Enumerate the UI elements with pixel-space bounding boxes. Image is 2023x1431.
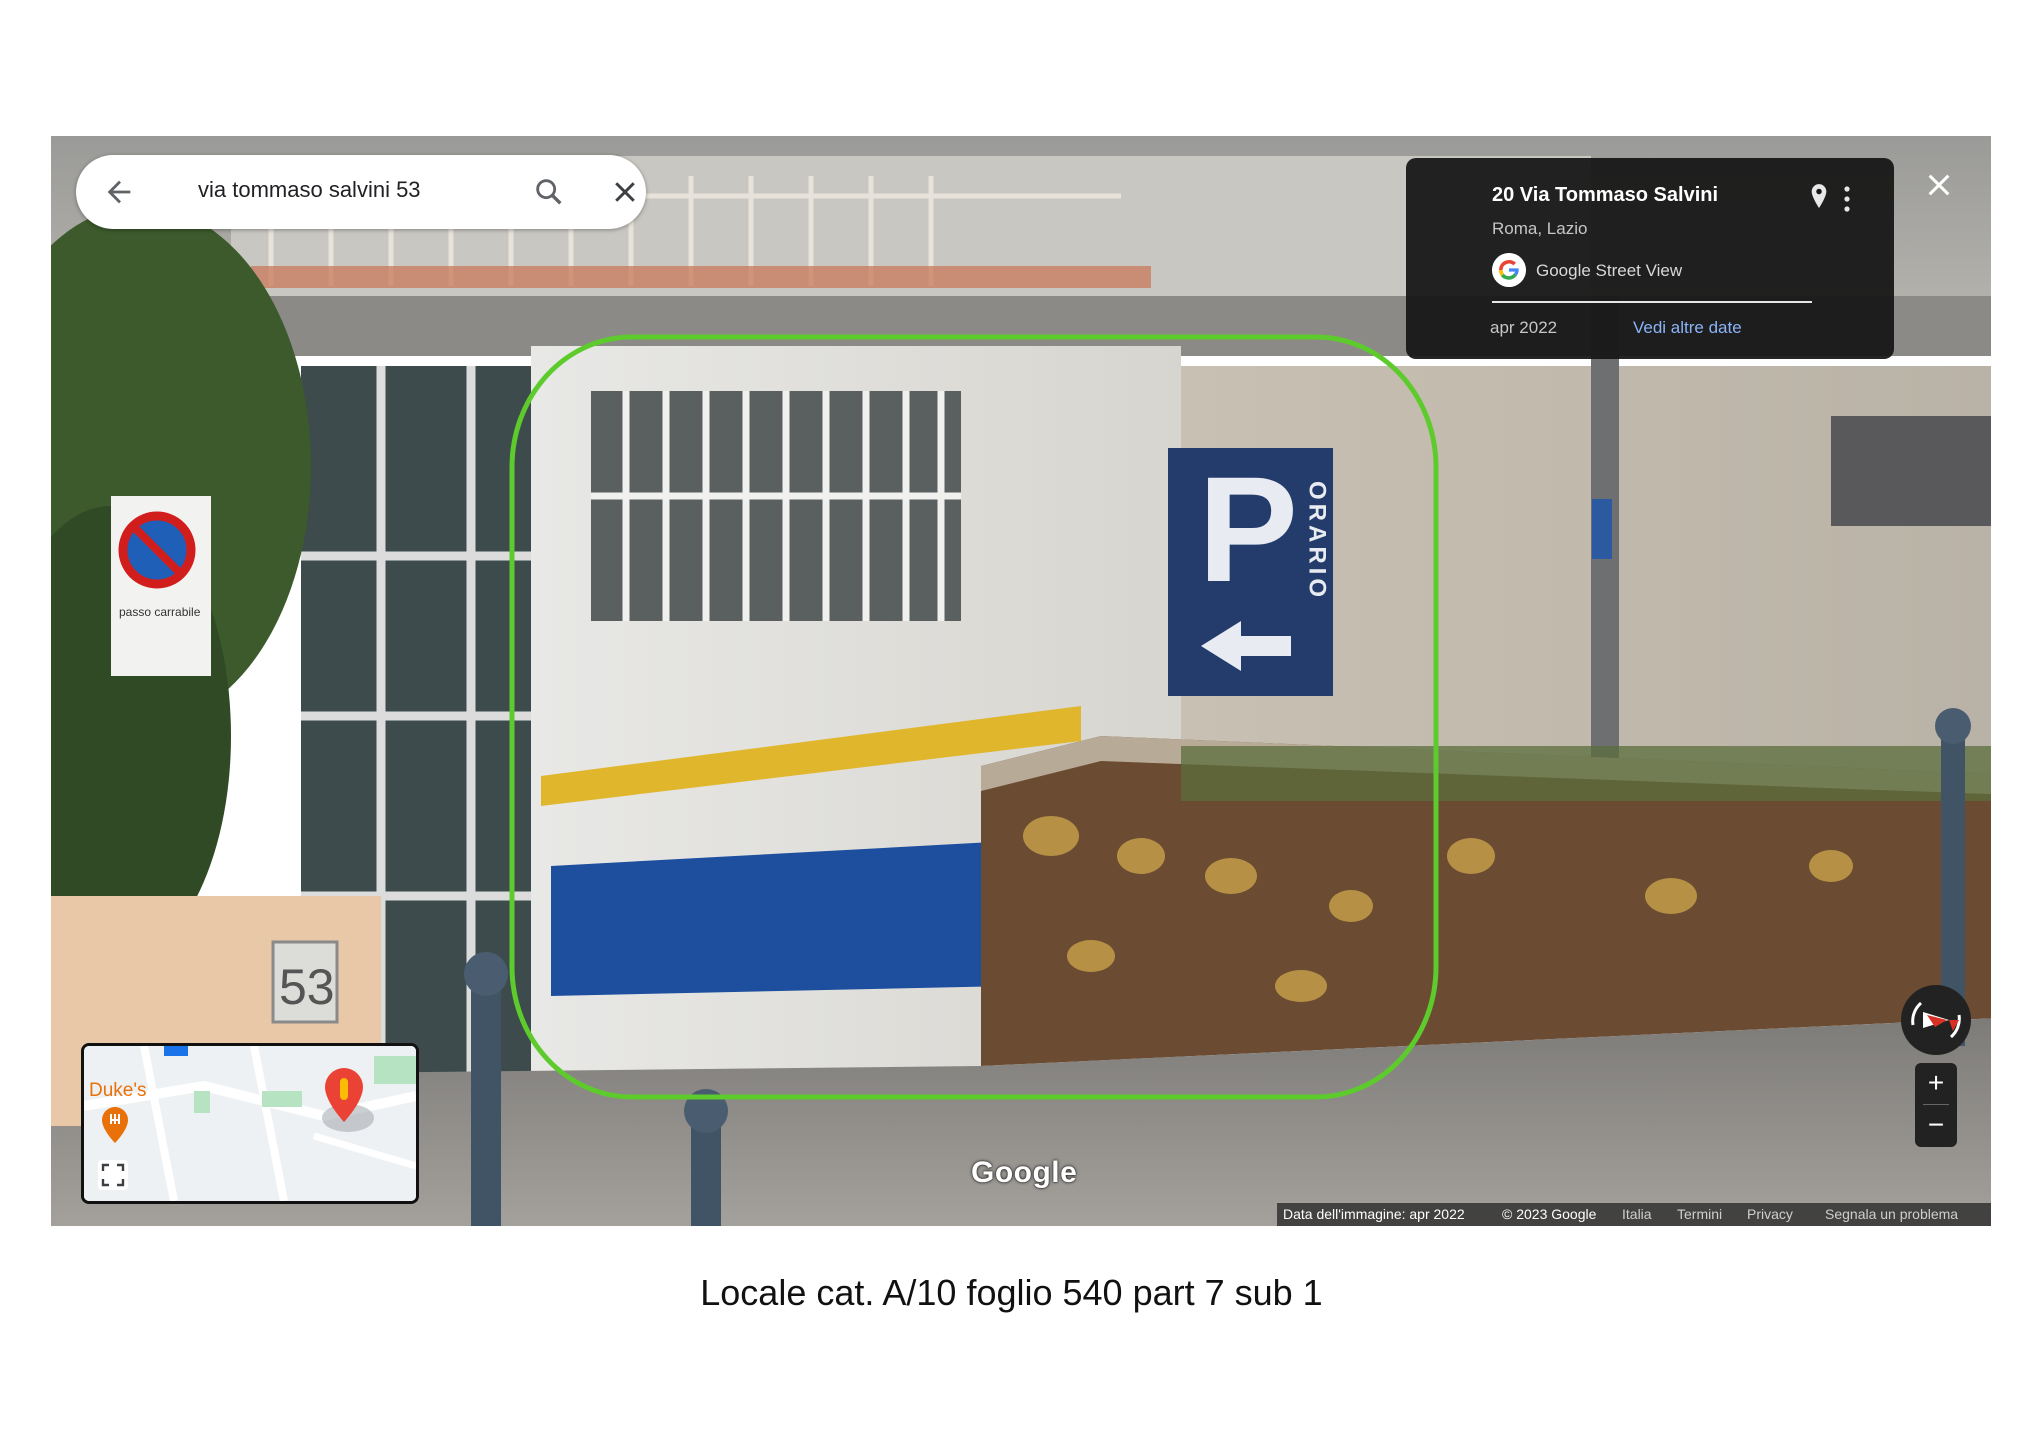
terms-link[interactable]: Termini (1677, 1206, 1722, 1222)
map-pin-icon (325, 1068, 363, 1122)
privacy-link[interactable]: Privacy (1747, 1206, 1793, 1222)
bollard (471, 976, 501, 1226)
product-label: Google Street View (1536, 261, 1683, 280)
fullscreen-button[interactable] (98, 1160, 128, 1190)
street-view-viewport[interactable]: P ORARIO 53 passo carrabile via tommaso … (51, 136, 1991, 1226)
planter-grass (1181, 746, 1991, 801)
parking-sign-vertical-text: ORARIO (1304, 481, 1331, 601)
google-watermark: Google (971, 1156, 1078, 1189)
no-parking-text: passo carrabile (119, 605, 201, 619)
parking-sign-letter: P (1198, 445, 1298, 613)
blue-stripe (551, 841, 1011, 996)
capture-date: apr 2022 (1490, 318, 1558, 337)
balcony-trim (251, 266, 1151, 288)
search-input[interactable]: via tommaso salvini 53 (198, 177, 421, 203)
minimap-place-label[interactable]: Duke's (89, 1080, 146, 1102)
small-blue-sign (1592, 499, 1612, 559)
report-problem-link[interactable]: Segnala un problema (1825, 1206, 1958, 1222)
minimap[interactable]: Duke's (81, 1043, 419, 1204)
restaurant-pin-icon[interactable] (100, 1106, 130, 1144)
bollard-top (1935, 708, 1971, 744)
search-icon[interactable] (532, 175, 566, 209)
bollard-top (464, 952, 508, 996)
document-caption: Locale cat. A/10 foglio 540 part 7 sub 1 (700, 1272, 1323, 1313)
see-more-dates-link[interactable]: Vedi altre date (1633, 318, 1742, 338)
minimap-roads (84, 1046, 416, 1201)
compass-control[interactable] (1901, 985, 1971, 1055)
more-vert-icon[interactable] (1842, 184, 1852, 214)
fullscreen-icon (101, 1163, 125, 1187)
right-window (1831, 416, 1991, 526)
zoom-out-button[interactable]: − (1915, 1105, 1957, 1147)
location-card: 20 Via Tommaso Salvini Roma, Lazio Googl… (1406, 158, 1894, 359)
close-icon[interactable] (610, 177, 640, 207)
back-arrow-icon[interactable] (102, 175, 136, 209)
zoom-control: + − (1915, 1063, 1957, 1147)
search-box[interactable]: via tommaso salvini 53 (76, 155, 646, 229)
attribution-bar: Data dell'immagine: apr 2022 © 2023 Goog… (1277, 1203, 1991, 1226)
google-logo-icon (1492, 253, 1526, 287)
region-link[interactable]: Italia (1622, 1206, 1652, 1222)
image-date-text: Data dell'immagine: apr 2022 (1283, 1206, 1465, 1222)
location-title[interactable]: 20 Via Tommaso Salvini (1492, 184, 1718, 207)
place-pin-icon[interactable] (1808, 182, 1830, 212)
copyright-text: © 2023 Google (1502, 1206, 1597, 1222)
card-divider (1492, 301, 1812, 303)
zoom-in-button[interactable]: + (1915, 1063, 1957, 1105)
house-number: 53 (279, 959, 335, 1015)
compass-icon (1911, 1001, 1961, 1039)
location-subtitle: Roma, Lazio (1492, 219, 1588, 238)
close-street-view-icon[interactable] (1925, 171, 1953, 199)
